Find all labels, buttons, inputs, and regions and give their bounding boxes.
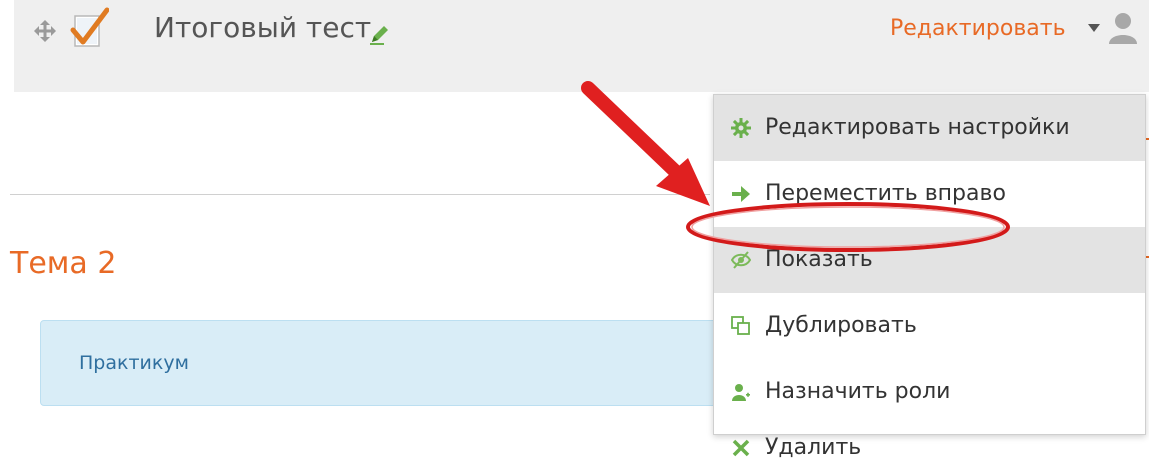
edit-dropdown-menu: Редактировать настройки Переместить впра… <box>713 94 1146 460</box>
edit-menu-toggle[interactable]: Редактировать <box>890 14 1066 44</box>
caret-down-icon[interactable] <box>1088 24 1100 32</box>
menu-item-duplicate[interactable]: Дублировать <box>714 293 1145 359</box>
activity-row: Итоговый тест Редактировать <box>14 0 1149 92</box>
pencil-icon[interactable] <box>368 22 390 46</box>
menu-item-show[interactable]: Показать <box>714 227 1145 293</box>
menu-item-delete[interactable]: Удалить <box>714 425 1145 471</box>
move-arrows-icon[interactable] <box>34 20 56 42</box>
eye-slash-icon <box>731 251 751 269</box>
practicum-label[interactable]: Практикум <box>79 349 189 377</box>
section-title[interactable]: Тема 2 <box>10 244 116 284</box>
annotation-arrow <box>581 81 710 206</box>
assign-roles-icon <box>732 384 750 401</box>
menu-item-assign-roles[interactable]: Назначить роли <box>714 359 1145 425</box>
menu-item-label: Показать <box>765 247 873 272</box>
menu-item-edit-settings[interactable]: Редактировать настройки <box>714 95 1145 161</box>
arrow-right-icon <box>732 186 750 202</box>
user-role-icon[interactable] <box>1106 10 1140 44</box>
delete-x-icon <box>732 439 750 457</box>
section-divider <box>10 194 710 195</box>
duplicate-icon <box>731 316 750 335</box>
practicum-box: Практикум <box>40 320 720 406</box>
menu-item-label: Переместить вправо <box>765 181 1006 206</box>
menu-item-label: Дублировать <box>765 313 917 338</box>
gear-icon <box>731 118 751 138</box>
quiz-checkmark-icon <box>70 7 109 47</box>
menu-item-label: Редактировать настройки <box>765 115 1070 140</box>
menu-item-move-right[interactable]: Переместить вправо <box>714 161 1145 227</box>
menu-item-label: Назначить роли <box>765 379 951 404</box>
menu-item-label: Удалить <box>765 435 862 460</box>
activity-name[interactable]: Итоговый тест <box>154 8 371 48</box>
